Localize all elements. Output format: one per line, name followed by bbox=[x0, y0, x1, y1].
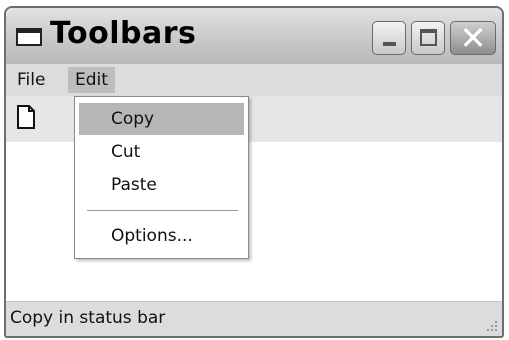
minimize-icon bbox=[383, 42, 396, 46]
maximize-icon bbox=[420, 29, 437, 46]
menu-separator bbox=[87, 210, 238, 211]
window-title: Toolbars bbox=[50, 16, 197, 51]
status-text: Copy in status bar bbox=[10, 308, 166, 328]
menu-item-options[interactable]: Options... bbox=[79, 220, 244, 252]
menu-item-paste[interactable]: Paste bbox=[79, 169, 244, 201]
toolbars-window: Toolbars ✕ File Edit Copy in status bar bbox=[4, 6, 504, 338]
minimize-button[interactable] bbox=[372, 21, 406, 55]
status-bar: Copy in status bar bbox=[6, 301, 502, 336]
edit-menu-dropdown: Copy Cut Paste Options... bbox=[74, 96, 249, 259]
window-icon bbox=[16, 28, 42, 46]
new-document-icon[interactable] bbox=[16, 105, 36, 129]
menu-edit[interactable]: Edit bbox=[68, 67, 115, 93]
close-button[interactable]: ✕ bbox=[450, 19, 496, 57]
menu-item-copy[interactable]: Copy bbox=[79, 103, 244, 135]
close-icon: ✕ bbox=[459, 19, 487, 57]
title-bar[interactable]: Toolbars ✕ bbox=[6, 8, 502, 65]
resize-grip-icon[interactable] bbox=[486, 320, 498, 332]
maximize-button[interactable] bbox=[411, 21, 445, 55]
menu-file[interactable]: File bbox=[10, 67, 52, 93]
menu-bar: File Edit bbox=[6, 64, 502, 96]
menu-item-cut[interactable]: Cut bbox=[79, 136, 244, 168]
